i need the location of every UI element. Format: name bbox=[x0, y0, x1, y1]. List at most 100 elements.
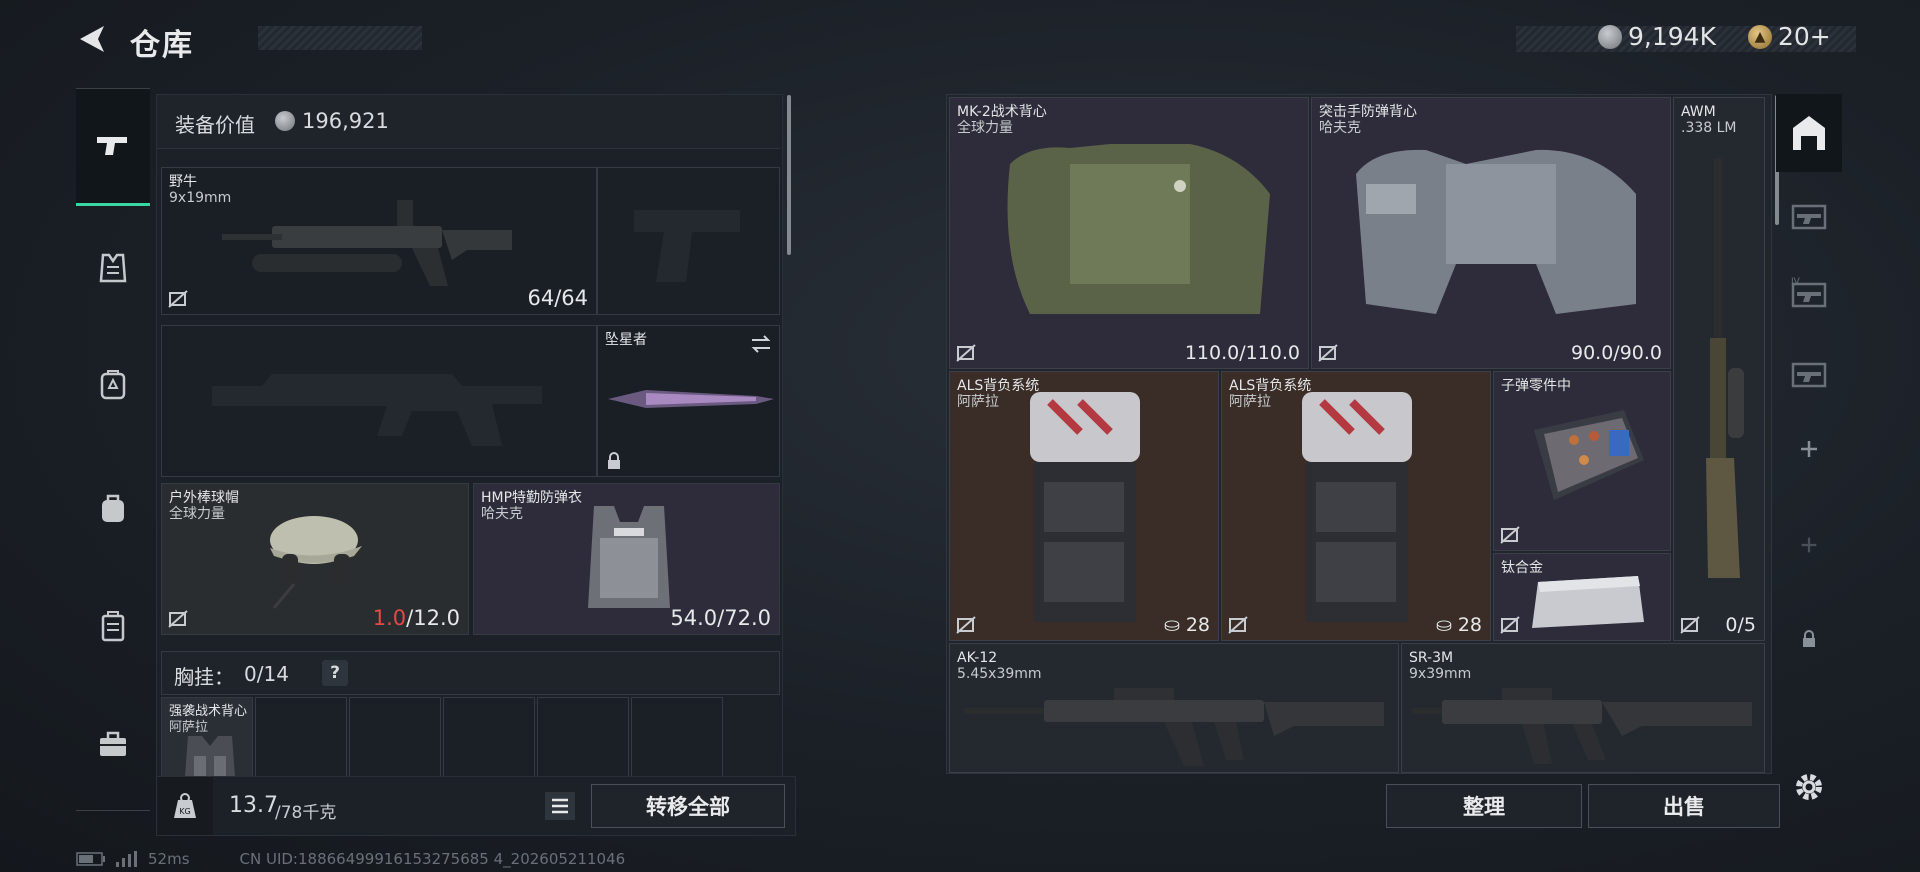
weapon-name: 野牛 bbox=[169, 174, 197, 190]
svg-text:KG: KG bbox=[179, 807, 190, 816]
swap-icon[interactable] bbox=[750, 334, 772, 354]
secondary-weapon-slot-empty[interactable] bbox=[161, 325, 597, 477]
melee-name: 坠星者 bbox=[605, 332, 647, 348]
backpack-icon bbox=[1302, 392, 1412, 622]
storage-tab-locked[interactable] bbox=[1776, 600, 1842, 678]
plus-icon bbox=[1801, 441, 1817, 457]
body-armor-icon bbox=[588, 506, 670, 608]
melee-slot[interactable]: 坠星者 bbox=[597, 325, 780, 477]
no-insure-icon bbox=[956, 344, 976, 362]
weight-max: /78千克 bbox=[275, 803, 337, 823]
armor-brand: 哈夫克 bbox=[481, 506, 523, 522]
storage-tab-main[interactable] bbox=[1776, 94, 1842, 172]
gun-storage-icon bbox=[1791, 362, 1827, 388]
no-insure-icon bbox=[1500, 616, 1520, 634]
storage-item[interactable]: 子弹零件中 bbox=[1493, 371, 1671, 551]
vest-icon bbox=[99, 253, 127, 283]
rifle-placeholder-icon bbox=[212, 374, 542, 446]
cap-icon bbox=[270, 516, 362, 609]
ammo-count: 0/5 bbox=[1725, 614, 1756, 636]
list-view-icon[interactable] bbox=[545, 792, 575, 820]
nav-tab-weapons[interactable] bbox=[76, 88, 150, 206]
lock-icon bbox=[608, 452, 620, 469]
chest-rig-label: 胸挂 bbox=[174, 665, 214, 689]
battery-icon bbox=[76, 852, 105, 866]
ping: 52ms bbox=[148, 850, 190, 868]
storage-item[interactable]: SR-3M 9x39mm bbox=[1401, 643, 1765, 773]
armor-name: HMP特勤防弹衣 bbox=[481, 490, 583, 506]
nav-divider-top bbox=[76, 88, 150, 89]
chest-item-name: 强袭战术背心 bbox=[169, 704, 248, 719]
silver-currency: 9,194K bbox=[1598, 22, 1716, 51]
helmet-slot[interactable]: 户外棒球帽 全球力量 1.0/12.0 bbox=[161, 483, 469, 635]
smg-weapon-icon bbox=[222, 200, 512, 286]
nav-tab-backpack[interactable] bbox=[76, 354, 150, 414]
nav-tab-vest[interactable] bbox=[76, 238, 150, 298]
capacity-icon: ⛀ bbox=[1435, 614, 1458, 636]
toolbox-icon bbox=[100, 731, 126, 756]
durability: 90.0/90.0 bbox=[1570, 342, 1662, 364]
warehouse-icon bbox=[1793, 116, 1825, 150]
settings-button[interactable] bbox=[1776, 748, 1842, 826]
item-name: 子弹零件中 bbox=[1501, 378, 1571, 394]
no-insure-icon bbox=[168, 610, 188, 628]
gold-currency[interactable]: ▲ 20+ bbox=[1748, 22, 1831, 51]
helmet-name: 户外棒球帽 bbox=[169, 490, 239, 506]
organize-button[interactable]: 整理 bbox=[1386, 784, 1582, 828]
nav-tab-toolbox[interactable] bbox=[76, 714, 150, 774]
assault-vest-icon bbox=[1356, 149, 1636, 314]
knife-icon bbox=[608, 390, 774, 408]
no-insure-icon bbox=[956, 616, 976, 634]
silver-coin-icon bbox=[1598, 24, 1622, 49]
chest-rig-bar: 胸挂 ： 0/14 ? bbox=[161, 651, 780, 695]
storage-item[interactable]: MK-2战术背心 全球力量 110.0/110.0 bbox=[949, 97, 1309, 369]
gun-storage-iv-icon: IV bbox=[1791, 277, 1827, 308]
storage-tab-add[interactable] bbox=[1776, 410, 1842, 488]
nav-divider-bottom bbox=[76, 810, 150, 811]
storage-tab-add-locked[interactable] bbox=[1776, 506, 1842, 584]
no-insure-icon bbox=[1680, 616, 1700, 634]
gear-icon bbox=[1796, 774, 1822, 800]
titanium-ingot-icon bbox=[1532, 576, 1644, 628]
backpack-icon bbox=[100, 370, 126, 400]
gun-storage-icon bbox=[1791, 204, 1827, 230]
helmet-brand: 全球力量 bbox=[169, 506, 225, 522]
sr3m-rifle-icon bbox=[1412, 688, 1752, 764]
transfer-all-button[interactable]: 转移全部 bbox=[591, 784, 785, 828]
chest-rig-count: 0/14 bbox=[244, 662, 289, 686]
storage-grid-panel: MK-2战术背心 全球力量 110.0/110.0 突击手防弹背心 哈夫克 90.0… bbox=[946, 94, 1779, 774]
page-title: 仓库 bbox=[130, 28, 194, 63]
armor-slot[interactable]: HMP特勤防弹衣 哈夫克 54.0/72.0 bbox=[473, 483, 780, 635]
storage-tab-2[interactable] bbox=[1776, 176, 1842, 254]
storage-item[interactable]: AWM .338 LM 0/5 bbox=[1673, 97, 1765, 641]
storage-item[interactable]: ALS背负系统 阿萨拉 ⛀ 28 bbox=[1221, 371, 1491, 641]
storage-item[interactable]: ALS背负系统 阿萨拉 ⛀ 28 bbox=[949, 371, 1219, 641]
help-icon[interactable]: ? bbox=[322, 660, 348, 686]
storage-item[interactable]: 钛合金 bbox=[1493, 553, 1671, 641]
loadout-scrollbar[interactable] bbox=[787, 95, 791, 255]
nav-tab-container[interactable] bbox=[76, 596, 150, 656]
storage-tab-3[interactable]: IV bbox=[1776, 254, 1842, 332]
storage-item[interactable]: AK-12 5.45x39mm bbox=[949, 643, 1399, 773]
armor-durability: 54.0/72.0 bbox=[670, 606, 771, 630]
sell-button[interactable]: 出售 bbox=[1588, 784, 1780, 828]
equip-value-label: 装备价值 bbox=[175, 113, 255, 137]
sidearm-slot-empty[interactable] bbox=[597, 167, 780, 315]
storage-tab-4[interactable] bbox=[1776, 334, 1842, 412]
weight-current: 13.7 bbox=[229, 793, 278, 818]
no-insure-icon bbox=[1228, 616, 1248, 634]
weight-bar: KG 13.7 /78千克 转移全部 bbox=[156, 776, 796, 836]
capacity: ⛀ 28 bbox=[1163, 614, 1210, 636]
gold-coin-icon: ▲ bbox=[1748, 24, 1772, 49]
plus-icon bbox=[1801, 537, 1817, 553]
svg-text:IV: IV bbox=[1791, 277, 1801, 287]
storage-page-nav: IV bbox=[1776, 94, 1842, 834]
equip-value: 196,921 bbox=[302, 109, 389, 133]
bag-icon bbox=[102, 494, 124, 522]
storage-item[interactable]: 突击手防弹背心 哈夫克 90.0/90.0 bbox=[1311, 97, 1671, 369]
back-arrow-icon[interactable] bbox=[76, 22, 110, 56]
primary-weapon-slot[interactable]: 野牛 9x19mm 64/64 bbox=[161, 167, 597, 315]
pistol-icon bbox=[97, 136, 127, 155]
pistol-placeholder-icon bbox=[634, 210, 740, 282]
nav-tab-bag[interactable] bbox=[76, 478, 150, 538]
